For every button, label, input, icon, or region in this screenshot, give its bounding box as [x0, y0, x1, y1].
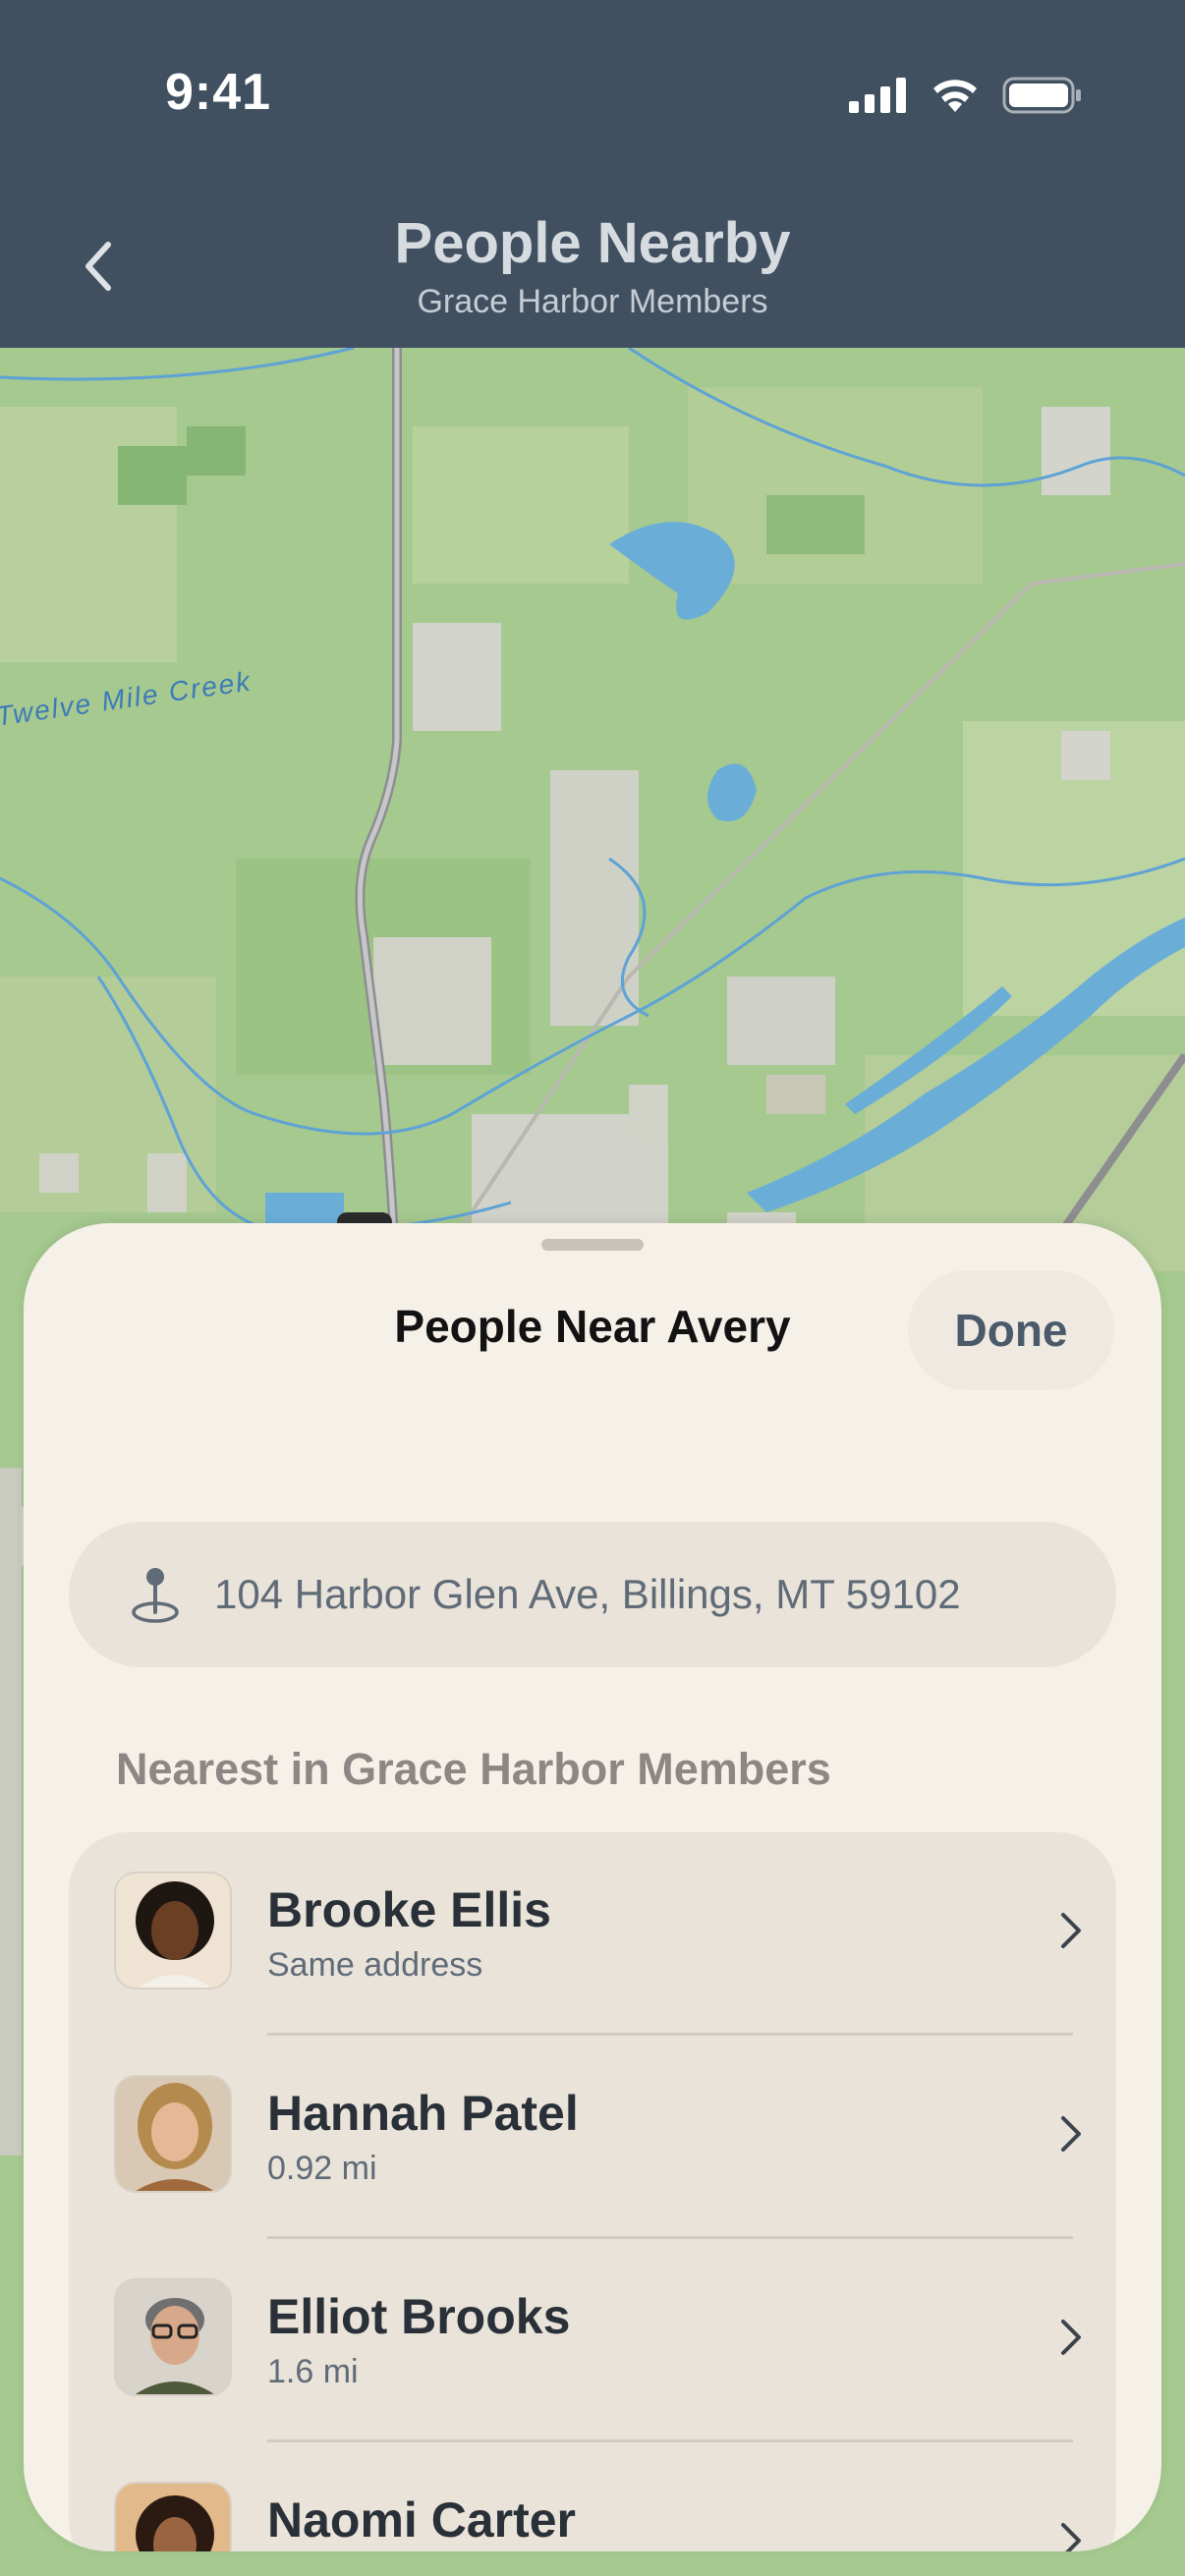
- list-item[interactable]: Hannah Patel 0.92 mi: [69, 2036, 1116, 2239]
- sheet-grabber[interactable]: [541, 1239, 644, 1251]
- address-field[interactable]: 104 Harbor Glen Ave, Billings, MT 59102: [69, 1522, 1116, 1667]
- list-item[interactable]: Elliot Brooks 1.6 mi: [69, 2239, 1116, 2442]
- list-item[interactable]: Brooke Ellis Same address: [69, 1832, 1116, 2036]
- nav-header: 9:41 People Nearby Grace Harbor Members: [0, 0, 1185, 348]
- status-icons: [849, 77, 1083, 114]
- person-name: Brooke Ellis: [267, 1882, 551, 1937]
- battery-icon: [1002, 77, 1081, 114]
- person-distance: 0.92 mi: [267, 2150, 377, 2187]
- section-label: Nearest in Grace Harbor Members: [116, 1744, 831, 1794]
- people-sheet: People Near Avery Done 104 Harbor Glen A…: [24, 1223, 1161, 2551]
- avatar: [114, 1872, 232, 1989]
- chevron-right-icon: [1061, 1913, 1081, 1948]
- cellular-signal-icon: [849, 78, 906, 113]
- chevron-right-icon: [1061, 2523, 1081, 2551]
- list-item[interactable]: Naomi Carter: [69, 2442, 1116, 2551]
- wifi-icon: [933, 80, 977, 112]
- status-time: 9:41: [165, 64, 272, 121]
- page-title: People Nearby: [394, 211, 791, 275]
- chevron-right-icon: [1061, 2116, 1081, 2152]
- avatar: [114, 2482, 232, 2551]
- avatar: [114, 2075, 232, 2193]
- page-subtitle: Grace Harbor Members: [417, 283, 768, 320]
- location-pin-icon: [96, 1563, 214, 1626]
- person-distance: 1.6 mi: [267, 2353, 359, 2390]
- person-name: Elliot Brooks: [267, 2289, 571, 2344]
- person-name: Hannah Patel: [267, 2086, 579, 2141]
- chevron-right-icon: [1061, 2320, 1081, 2355]
- people-list: Brooke Ellis Same address Hannah Patel 0…: [69, 1832, 1116, 2551]
- avatar: [114, 2278, 232, 2396]
- person-distance: Same address: [267, 1946, 483, 1984]
- done-button[interactable]: Done: [908, 1270, 1114, 1390]
- person-name: Naomi Carter: [267, 2492, 576, 2548]
- address-text: 104 Harbor Glen Ave, Billings, MT 59102: [214, 1571, 961, 1617]
